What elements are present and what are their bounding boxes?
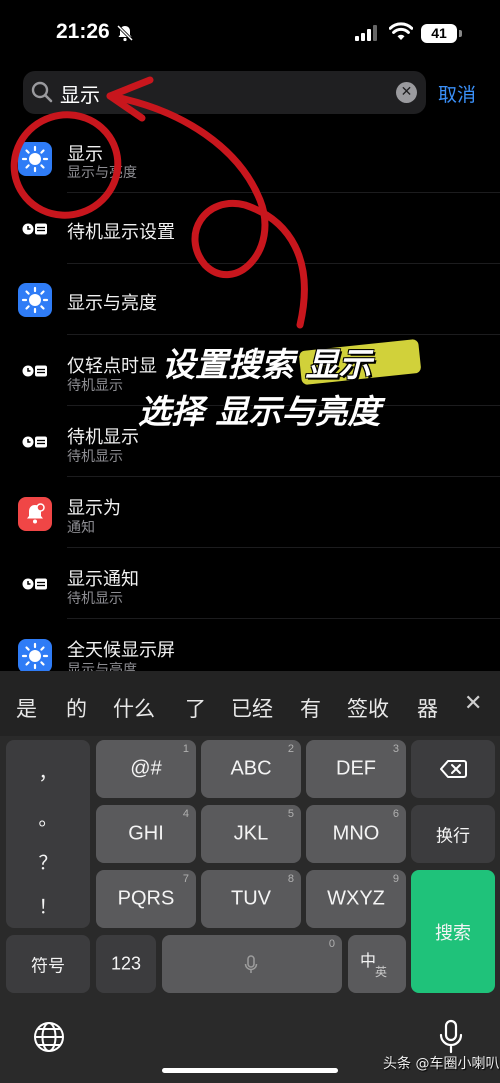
caption-line-1: 设置搜索 显示	[162, 345, 372, 384]
notification-bell-icon	[18, 497, 52, 531]
list-item[interactable]: 显示通知 待机显示	[0, 548, 500, 619]
newline-button[interactable]: 换行	[411, 805, 495, 863]
home-indicator[interactable]	[162, 1068, 338, 1073]
punct-key[interactable]: 。	[6, 804, 90, 831]
candidate-word[interactable]: 签收	[347, 693, 389, 723]
key-wxyz[interactable]: WXYZ 9	[306, 870, 406, 928]
caption-line-2: 选择 显示与亮度	[138, 392, 381, 431]
status-bar: 21:26 41	[0, 0, 500, 66]
candidate-word[interactable]: 器	[417, 693, 438, 723]
punct-key[interactable]: ？	[6, 848, 90, 875]
list-item[interactable]: 显示为 通知	[0, 477, 500, 548]
watermark: 头条 @车圈小喇叭	[383, 1056, 500, 1072]
key-def[interactable]: DEF 3	[306, 740, 406, 798]
punctuation-column[interactable]: ， 。 ？ ！	[6, 740, 90, 928]
microphone-icon[interactable]	[438, 1019, 464, 1055]
result-subtitle: 通知	[67, 520, 95, 536]
key-tuv[interactable]: TUV 8	[201, 870, 301, 928]
backspace-icon	[440, 760, 467, 778]
search-key-button[interactable]: 搜索	[411, 870, 495, 993]
space-key[interactable]: 0	[162, 935, 342, 993]
candidate-word[interactable]: 是	[16, 693, 37, 723]
globe-icon[interactable]	[32, 1020, 66, 1054]
candidate-word[interactable]: 的	[66, 693, 87, 723]
candidate-bar: 是 的 什么 了 已经 有 签收 器 ✕	[0, 671, 500, 736]
cellular-signal-icon	[355, 25, 377, 41]
lang-chinese-label: 中	[360, 953, 377, 970]
key-pqrs[interactable]: PQRS 7	[96, 870, 196, 928]
number-mode-button[interactable]: 123	[96, 935, 156, 993]
mute-bell-icon	[116, 24, 134, 42]
punct-key[interactable]: ，	[6, 758, 90, 785]
language-switch-button[interactable]: 中 英	[348, 935, 406, 993]
key-ghi[interactable]: GHI 4	[96, 805, 196, 863]
key-abc[interactable]: ABC 2	[201, 740, 301, 798]
standby-icon	[18, 567, 52, 601]
clock: 21:26	[56, 20, 110, 43]
punct-key[interactable]: ！	[6, 892, 90, 919]
lang-english-label: 英	[375, 965, 388, 979]
symbols-button[interactable]: 符号	[6, 935, 90, 993]
battery-icon: 41	[421, 24, 457, 43]
candidate-word[interactable]: 有	[300, 693, 321, 723]
candidate-word[interactable]: 了	[185, 693, 206, 723]
close-candidates-icon[interactable]: ✕	[464, 691, 482, 716]
key-mno[interactable]: MNO 6	[306, 805, 406, 863]
brightness-icon	[18, 639, 52, 673]
key-jkl[interactable]: JKL 5	[201, 805, 301, 863]
result-subtitle: 待机显示	[67, 591, 123, 607]
battery-tip	[459, 30, 462, 37]
backspace-button[interactable]	[411, 740, 495, 798]
annotation-arrow	[10, 76, 308, 329]
dictation-small-icon	[244, 955, 258, 973]
wifi-icon	[389, 22, 413, 40]
candidate-word[interactable]: 什么	[113, 693, 155, 723]
candidate-word[interactable]: 已经	[231, 693, 273, 723]
standby-icon	[18, 425, 52, 459]
result-subtitle: 待机显示	[67, 449, 123, 465]
key-symbols-1[interactable]: @# 1	[96, 740, 196, 798]
